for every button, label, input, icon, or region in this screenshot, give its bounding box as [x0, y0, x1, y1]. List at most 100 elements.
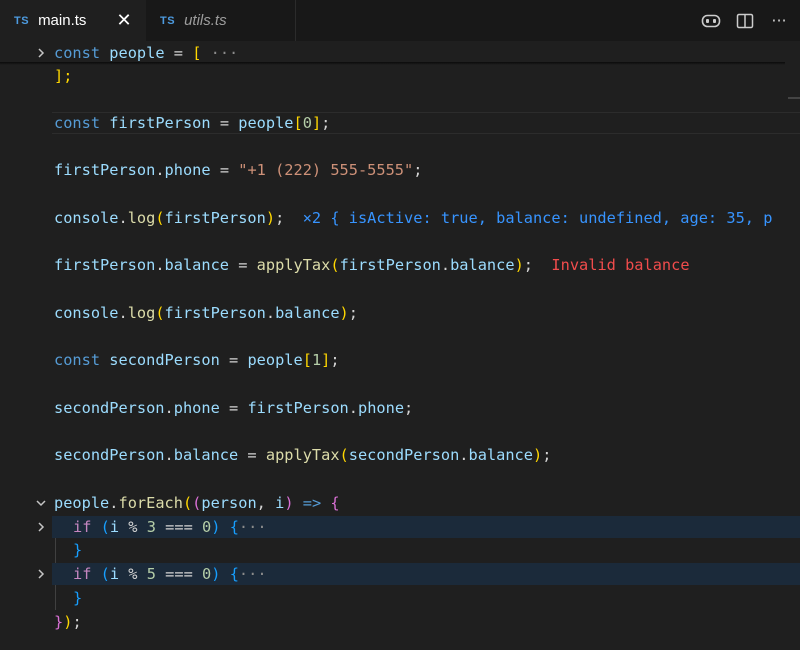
- close-icon[interactable]: ✕: [114, 10, 134, 31]
- identifier: firstPerson: [109, 114, 211, 132]
- code-line[interactable]: }: [73, 539, 82, 561]
- chevron-right-icon[interactable]: [33, 563, 49, 585]
- operator: =: [229, 399, 239, 417]
- arrow-operator: =>: [302, 494, 322, 512]
- identifier: i: [109, 518, 120, 536]
- bracket: ]: [321, 351, 331, 369]
- identifier: i: [109, 565, 120, 583]
- code-line[interactable]: console.log(firstPerson.balance);: [54, 302, 358, 324]
- bracket: (: [192, 494, 202, 512]
- identifier: people: [238, 114, 294, 132]
- scrollbar-marker: [788, 97, 800, 99]
- punctuation: .: [164, 399, 174, 417]
- code-line[interactable]: if (i % 3 === 0) {···: [73, 516, 267, 538]
- split-editor-icon[interactable]: [734, 10, 756, 32]
- editor-actions: ···: [700, 0, 790, 41]
- bracket: ): [211, 565, 221, 583]
- operator: %: [128, 565, 138, 583]
- inline-error-message[interactable]: Invalid balance: [551, 256, 689, 274]
- bracket: ): [532, 446, 543, 464]
- keyword: const: [54, 114, 101, 132]
- identifier: people: [109, 44, 165, 62]
- identifier: secondPerson: [54, 446, 165, 464]
- identifier: secondPerson: [54, 399, 165, 417]
- operator: ===: [165, 565, 193, 583]
- bracket: (: [100, 565, 110, 583]
- parameter: i: [275, 494, 285, 512]
- editor-tab-bar: TS main.ts ✕ TS utils.ts ···: [0, 0, 800, 41]
- code-line[interactable]: firstPerson.phone = "+1 (222) 555-5555";: [54, 159, 422, 181]
- bracket: ): [514, 256, 524, 274]
- bracket: [: [293, 114, 303, 132]
- tab-label: utils.ts: [184, 12, 227, 29]
- operator: =: [219, 114, 230, 132]
- property: balance: [275, 304, 340, 322]
- operator: =: [247, 446, 257, 464]
- code-line[interactable]: }: [73, 587, 82, 609]
- chevron-right-icon[interactable]: [33, 42, 49, 64]
- inline-console-output[interactable]: ×2 { isActive: true, balance: undefined,…: [303, 209, 773, 227]
- string-literal: "+1 (222) 555-5555": [238, 161, 414, 179]
- punctuation: ;: [413, 161, 423, 179]
- tab-main-ts[interactable]: TS main.ts ✕: [0, 0, 146, 41]
- number: 5: [146, 565, 156, 583]
- number: 1: [311, 351, 322, 369]
- more-actions-icon[interactable]: ···: [768, 10, 790, 32]
- punctuation: .: [118, 209, 128, 227]
- operator: %: [128, 518, 138, 536]
- chevron-down-icon[interactable]: [33, 492, 49, 514]
- bracket: {: [330, 494, 340, 512]
- code-line[interactable]: if (i % 5 === 0) {···: [73, 563, 267, 585]
- punctuation: ;: [275, 209, 285, 227]
- bracket: (: [155, 209, 165, 227]
- punctuation: .: [118, 304, 128, 322]
- keyword: if: [73, 565, 92, 583]
- punctuation: ;: [72, 613, 82, 631]
- folded-ellipsis[interactable]: ···: [239, 518, 267, 536]
- code-line[interactable]: ];: [54, 65, 72, 87]
- punctuation: ;: [330, 351, 340, 369]
- copilot-icon[interactable]: [700, 10, 722, 32]
- identifier: console: [54, 304, 119, 322]
- folded-ellipsis[interactable]: ···: [239, 565, 267, 583]
- identifier: secondPerson: [348, 446, 460, 464]
- punctuation: .: [164, 446, 174, 464]
- code-line[interactable]: firstPerson.balance = applyTax(firstPers…: [54, 254, 690, 276]
- function-name: log: [127, 209, 156, 227]
- property: balance: [164, 256, 229, 274]
- bracket: (: [155, 304, 165, 322]
- punctuation: ;: [348, 304, 358, 322]
- tab-utils-ts[interactable]: TS utils.ts: [146, 0, 296, 41]
- code-line[interactable]: });: [54, 611, 82, 633]
- property: balance: [450, 256, 515, 274]
- code-line[interactable]: secondPerson.phone = firstPerson.phone;: [54, 397, 413, 419]
- property: phone: [173, 399, 220, 417]
- property: balance: [173, 446, 239, 464]
- bracket: }: [73, 541, 83, 559]
- code-line[interactable]: secondPerson.balance = applyTax(secondPe…: [54, 444, 551, 466]
- tab-label: main.ts: [38, 12, 87, 29]
- function-name: log: [127, 304, 156, 322]
- operator: ===: [165, 518, 193, 536]
- punctuation: ;: [404, 399, 414, 417]
- sticky-scroll-line[interactable]: const people = [ ···: [54, 42, 238, 64]
- folded-ellipsis[interactable]: ···: [211, 44, 239, 62]
- code-editor[interactable]: const people = [ ··· ]; const firstPerso…: [0, 41, 800, 650]
- code-line[interactable]: console.log(firstPerson); ×2 { isActive:…: [54, 207, 772, 229]
- bracket: ): [211, 518, 221, 536]
- identifier: firstPerson: [339, 256, 441, 274]
- bracket: ];: [54, 67, 73, 85]
- bracket: ): [284, 494, 294, 512]
- identifier: secondPerson: [109, 351, 220, 369]
- punctuation: .: [155, 256, 165, 274]
- function-name: applyTax: [256, 256, 331, 274]
- code-line[interactable]: const firstPerson = people[0];: [54, 112, 330, 134]
- code-line[interactable]: people.forEach((person, i) => {: [54, 492, 340, 514]
- code-line[interactable]: const secondPerson = people[1];: [54, 349, 340, 371]
- chevron-right-icon[interactable]: [33, 516, 49, 538]
- bracket: ): [265, 209, 276, 227]
- number: 0: [202, 518, 212, 536]
- bracket: {: [229, 565, 239, 583]
- bracket: (: [330, 256, 340, 274]
- identifier: firstPerson: [164, 209, 266, 227]
